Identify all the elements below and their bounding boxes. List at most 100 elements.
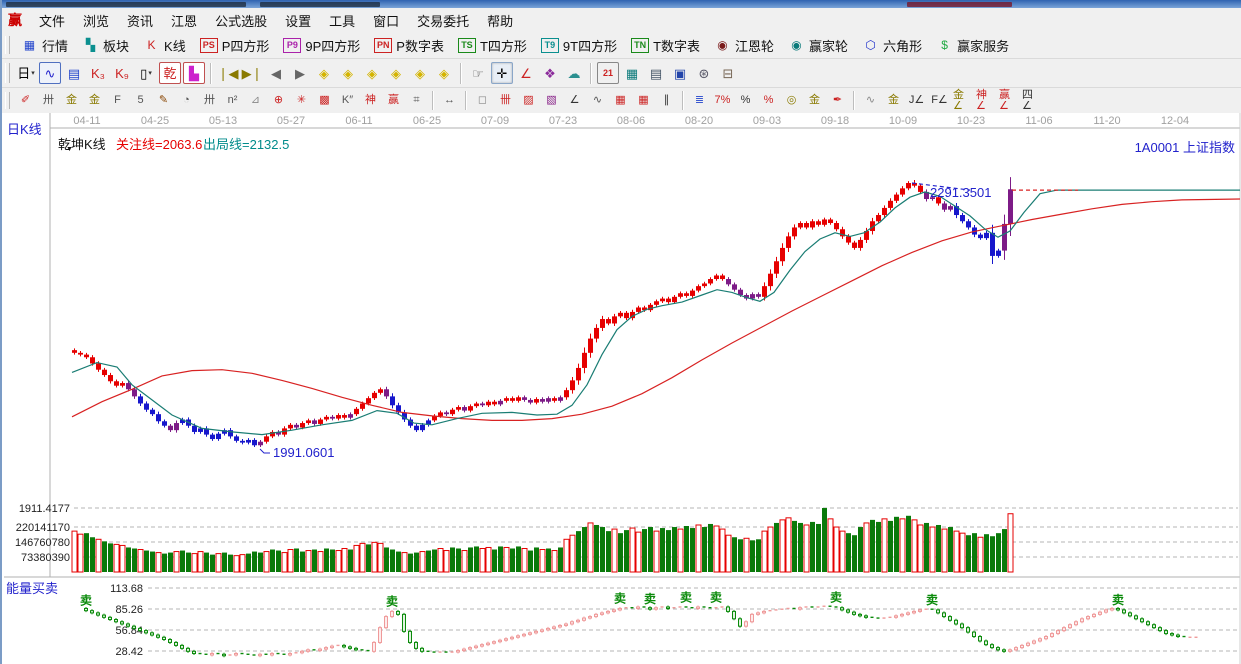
document-icon[interactable]: ▤ <box>63 62 85 84</box>
gold-grid-b-icon[interactable]: 金 <box>84 91 105 111</box>
nav-next-icon[interactable]: ▶ <box>289 62 311 84</box>
brush-icon[interactable]: ✐ <box>15 91 36 111</box>
toolbar-button-9p-square[interactable]: P99P四方形 <box>276 34 367 57</box>
hand-tool-icon[interactable]: ☞ <box>467 62 489 84</box>
toolbar-button-t-number-table[interactable]: TNT数字表 <box>624 34 707 57</box>
ruler-grid-icon[interactable]: 卅 <box>199 91 220 111</box>
pen-grid-icon[interactable]: ✎ <box>153 91 174 111</box>
zigzag-icon[interactable]: ∿ <box>39 62 61 84</box>
h-measure-icon[interactable]: ↔ <box>439 91 460 111</box>
calendar-icon[interactable]: 21 <box>597 62 619 84</box>
percent-icon[interactable]: % <box>735 91 756 111</box>
box-tool-icon[interactable]: ◻ <box>472 91 493 111</box>
line-box-icon[interactable]: ▧ <box>541 91 562 111</box>
nav-first-icon[interactable]: ❘◀ <box>217 62 239 84</box>
delivery-icon[interactable]: ⊟ <box>717 62 739 84</box>
ornament-tool-icon[interactable]: ❖ <box>539 62 561 84</box>
ruler-123-icon[interactable]: ⌗ <box>406 91 427 111</box>
toolbar-button-kline[interactable]: KK线 <box>136 34 193 57</box>
toolbar-button-gann-wheel[interactable]: ◉江恩轮 <box>707 34 781 57</box>
menu-item-help[interactable]: 帮助 <box>478 9 522 32</box>
percent-line-icon[interactable]: % <box>758 91 779 111</box>
toolbar-grip[interactable] <box>5 92 10 110</box>
wave-line-icon[interactable]: ∿ <box>860 91 881 111</box>
toolbar-button-t-square[interactable]: TST四方形 <box>451 34 534 57</box>
menu-item-trade[interactable]: 交易委托 <box>408 9 478 32</box>
mirror-icon[interactable]: ⊿ <box>245 91 266 111</box>
j-angle-icon[interactable]: J∠ <box>906 91 927 111</box>
save-icon[interactable]: ▣ <box>669 62 691 84</box>
web-report-icon[interactable]: ⊛ <box>693 62 715 84</box>
seven-percent-icon[interactable]: 7% <box>712 91 733 111</box>
cloud-tool-icon[interactable]: ☁ <box>563 62 585 84</box>
si-angle-icon[interactable]: 四∠ <box>1021 91 1042 111</box>
fan-box-icon[interactable]: ▨ <box>518 91 539 111</box>
ying-grid-icon[interactable]: 赢 <box>383 91 404 111</box>
gann-fan-icon[interactable]: 卌 <box>495 91 516 111</box>
toolbar-button-sectors[interactable]: ▚板块 <box>75 34 136 57</box>
grid-box-icon[interactable]: ▦ <box>610 91 631 111</box>
gold-angle-icon[interactable]: 金∠ <box>952 91 973 111</box>
price-ladder-icon[interactable]: ≣ <box>689 91 710 111</box>
ray-lines-icon[interactable]: ∠ <box>564 91 585 111</box>
diamond-star-icon[interactable]: ◈ <box>409 62 431 84</box>
toolbar-button-winner-wheel[interactable]: ◉赢家轮 <box>781 34 855 57</box>
diamond-move-icon[interactable]: ◈ <box>385 62 407 84</box>
f-angle-icon[interactable]: F∠ <box>929 91 950 111</box>
menu-item-news[interactable]: 资讯 <box>118 9 162 32</box>
menu-item-tools[interactable]: 工具 <box>320 9 364 32</box>
diamond-center-icon[interactable]: ◈ <box>433 62 455 84</box>
candle-style-icon[interactable]: ▯▾ <box>135 62 157 84</box>
nav-prev-icon[interactable]: ◀ <box>265 62 287 84</box>
menu-item-file[interactable]: 文件 <box>30 9 74 32</box>
pen-stop-icon[interactable]: ✒ <box>827 91 848 111</box>
diamond-right-icon[interactable]: ◈ <box>337 62 359 84</box>
volume-style-icon[interactable]: ▙ <box>183 62 205 84</box>
toolbar-button-quotes[interactable]: ▦行情 <box>14 34 75 57</box>
nav-last-icon[interactable]: ▶❘ <box>241 62 263 84</box>
web-grid-icon[interactable]: ▩ <box>314 91 335 111</box>
toolbar-grip[interactable] <box>5 63 10 83</box>
wave-v-icon[interactable]: ∿ <box>587 91 608 111</box>
gold-line-icon[interactable]: 金 <box>804 91 825 111</box>
star-grid-icon[interactable]: ✳ <box>291 91 312 111</box>
kline-chart-canvas[interactable]: 04-1104-2505-1305-2706-1106-2507-0907-23… <box>2 113 1241 664</box>
shen-angle-icon[interactable]: 神∠ <box>975 91 996 111</box>
menu-item-browse[interactable]: 浏览 <box>74 9 118 32</box>
k-quote-icon[interactable]: K″ <box>337 91 358 111</box>
toolbar-grip[interactable] <box>5 36 10 54</box>
toolbar-button-9t-square[interactable]: T99T四方形 <box>534 34 624 57</box>
grid-ruler-icon[interactable]: 卅 <box>38 91 59 111</box>
diamond-expand-icon[interactable]: ◈ <box>361 62 383 84</box>
toolbar-button-winner-service[interactable]: $赢家服务 <box>929 34 1016 57</box>
clock-grid-icon[interactable]: ◔ <box>176 91 197 111</box>
kline3-icon[interactable]: K₃ <box>87 62 109 84</box>
qiankun-kline-icon[interactable]: 乾 <box>159 62 181 84</box>
gold-circle-icon[interactable]: ◎ <box>781 91 802 111</box>
menu-item-formula-pick[interactable]: 公式选股 <box>206 9 276 32</box>
f-grid-icon[interactable]: F <box>107 91 128 111</box>
diamond-left-icon[interactable]: ◈ <box>313 62 335 84</box>
toolbar-button-p-square[interactable]: PSP四方形 <box>193 34 277 57</box>
kline9-icon[interactable]: K₉ <box>111 62 133 84</box>
menu-item-window[interactable]: 窗口 <box>364 9 408 32</box>
ying-angle-icon[interactable]: 赢∠ <box>998 91 1019 111</box>
indicator-name-label[interactable]: 能量买卖 <box>6 578 58 597</box>
shen-grid-icon[interactable]: 神 <box>360 91 381 111</box>
n2-grid-icon[interactable]: n² <box>222 91 243 111</box>
five-grid-icon[interactable]: 5 <box>130 91 151 111</box>
window-titlebar[interactable] <box>2 0 1241 8</box>
kline-type-dropdown-icon[interactable]: ▼ <box>66 146 73 153</box>
notes-icon[interactable]: ▤ <box>645 62 667 84</box>
target-icon[interactable]: ⊕ <box>268 91 289 111</box>
crosshair-tool-icon[interactable]: ✛ <box>491 62 513 84</box>
period-day-icon[interactable]: 日▾ <box>15 62 37 84</box>
grid-box-arrow-icon[interactable]: ▦ <box>633 91 654 111</box>
calculator-icon[interactable]: ▦ <box>621 62 643 84</box>
gold-grid-a-icon[interactable]: 金 <box>61 91 82 111</box>
toolbar-button-hexagon[interactable]: ⬡六角形 <box>855 34 929 57</box>
gold-underline-icon[interactable]: 金 <box>883 91 904 111</box>
chart-area[interactable]: 04-1104-2505-1305-2706-1106-2507-0907-23… <box>2 113 1241 664</box>
toolbar-button-p-number-table[interactable]: PNP数字表 <box>367 34 451 57</box>
menu-item-settings[interactable]: 设置 <box>276 9 320 32</box>
